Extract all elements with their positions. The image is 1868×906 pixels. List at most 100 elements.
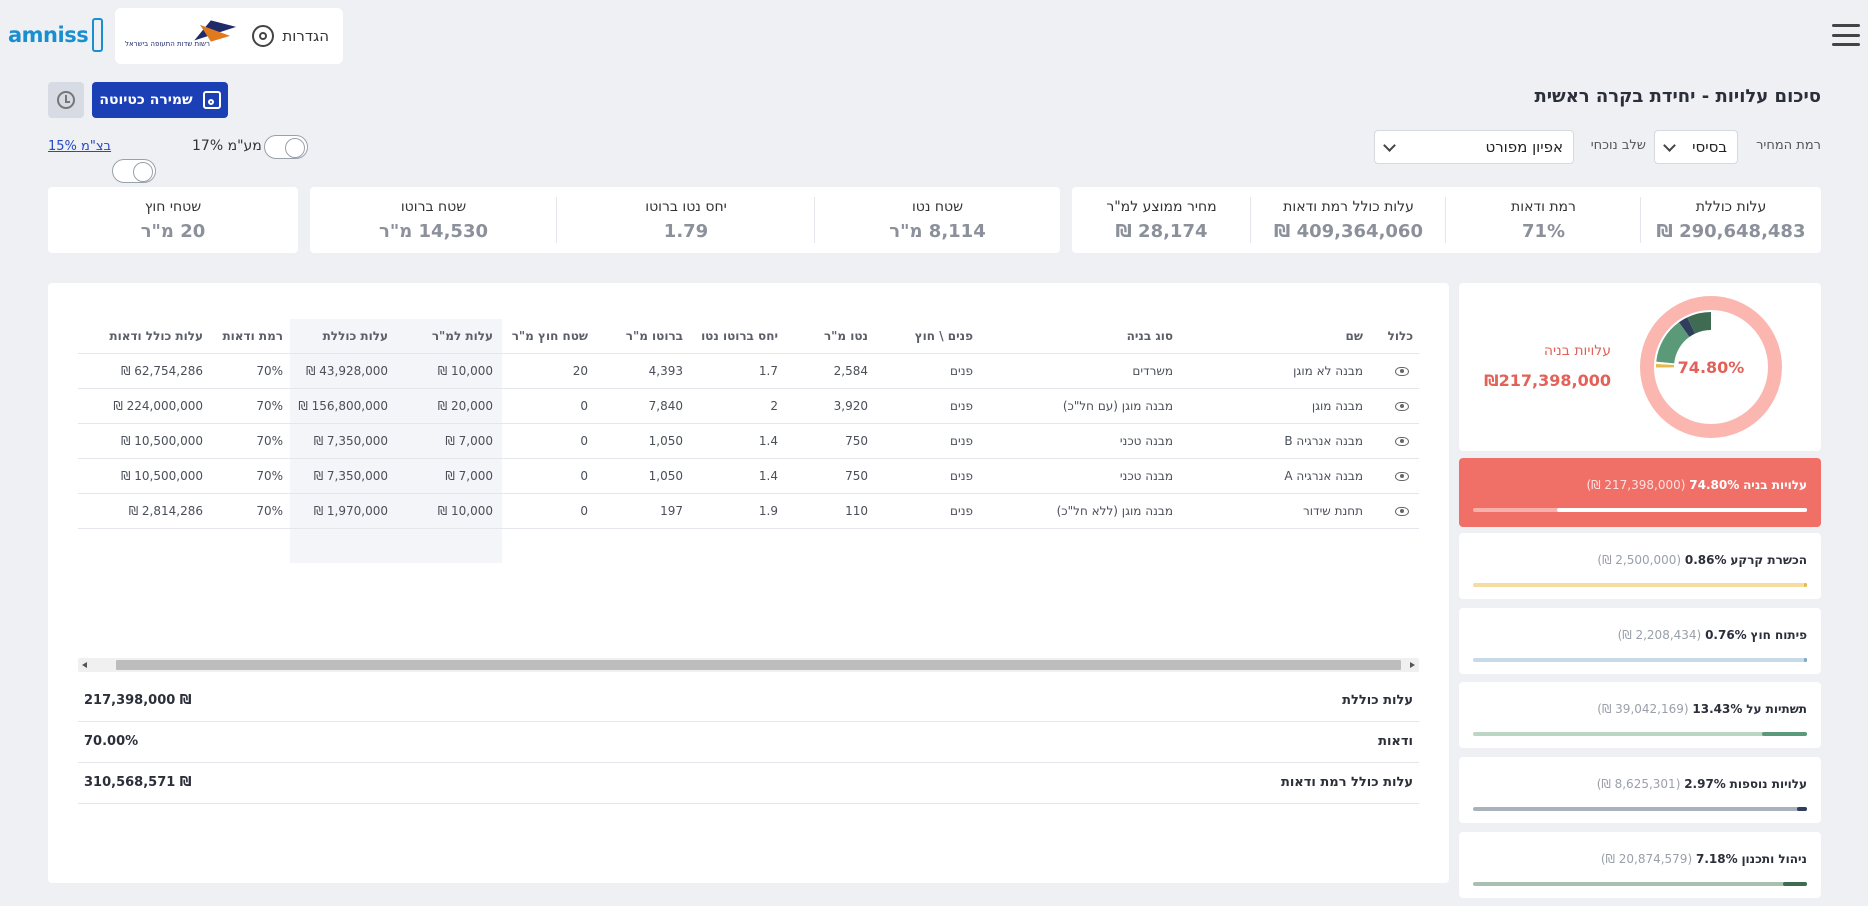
cost-donut-card: 74.80% עלויות בניה ₪217,398,000 [1459, 283, 1821, 451]
category-amount: (20,874,579 ₪) [1600, 852, 1693, 866]
amniss-logo: amniss [8, 16, 103, 54]
category-amount: (2,208,434 ₪) [1617, 628, 1702, 642]
table-cell: פנים [950, 469, 973, 483]
category-card[interactable]: עלויות נוספות 2.97% (8,625,301 ₪) [1459, 757, 1821, 823]
category-progress-track [1473, 807, 1807, 811]
category-progress-track [1473, 508, 1807, 512]
table-header-cell: רמת ודאות [222, 329, 283, 343]
table-cell: מבנה לא מוגן [1293, 364, 1363, 378]
category-card[interactable]: הכשרת קרקע 0.86% (2,500,000 ₪) [1459, 533, 1821, 599]
table-cell: 20,000 ₪ [437, 399, 493, 413]
category-name: עלויות נוספות [1729, 777, 1807, 791]
table-header-cell: סוג בניה [1126, 329, 1173, 343]
table-row[interactable]: מבנה אנרגיה B מבנה טכני פנים 750 1.4 1,050 0 7,… [78, 424, 1419, 459]
table-row[interactable]: מבנה לא מוגן משרדים פנים 2,584 1.7 4,393 20 10,… [78, 354, 1419, 389]
table-cell: 7,350,000 ₪ [313, 434, 388, 448]
table-cell: פנים [950, 364, 973, 378]
scroll-left-icon[interactable] [82, 662, 87, 668]
eye-icon[interactable] [1395, 506, 1409, 516]
eye-icon[interactable] [1395, 471, 1409, 481]
category-line: תשתיות על 13.43% (39,042,169 ₪) [1597, 702, 1807, 716]
category-progress-fill [1762, 732, 1807, 736]
table-cell: פנים [950, 434, 973, 448]
scroll-right-icon[interactable] [1410, 662, 1415, 668]
category-amount: (217,398,000 ₪) [1586, 478, 1686, 492]
vat-toggle[interactable] [264, 135, 308, 159]
stat-total-with-certainty: עלות כולל רמת ודאות 409,364,060 ₪ [1274, 198, 1423, 242]
table-cell: מבנה טכני [1119, 434, 1173, 448]
table-cell: 1,970,000 ₪ [313, 504, 388, 518]
table-cell: פנים [950, 504, 973, 518]
price-level-select[interactable]: בסיסי [1654, 130, 1738, 164]
settings-label: הגדרות [282, 27, 329, 45]
history-button[interactable] [48, 82, 84, 118]
include-toggle[interactable] [1395, 494, 1409, 528]
table-cell: 750 [845, 434, 868, 448]
table-row[interactable]: מבנה מוגן מבנה מוגן (עם חל"כ) פנים 3,920 2 7,… [78, 389, 1419, 424]
save-draft-button[interactable]: שמירה כטיוטה [92, 82, 228, 118]
table-header: כלול שם סוג בניה פנים \ חוץ נטו מ"ר יחס ברוטו… [78, 319, 1419, 354]
stat-avg-price: מחיר ממוצע למ"ר 28,174 ₪ [1106, 198, 1217, 242]
eye-icon[interactable] [1395, 401, 1409, 411]
table-cell: מבנה אנרגיה B [1284, 434, 1363, 448]
eye-icon[interactable] [1395, 366, 1409, 376]
category-card[interactable]: תשתיות על 13.43% (39,042,169 ₪) [1459, 682, 1821, 748]
category-name: הכשרת קרקע [1730, 553, 1807, 567]
stat-total-cost: עלות כוללת 290,648,483 ₪ [1656, 198, 1806, 242]
eye-icon[interactable] [1395, 436, 1409, 446]
category-card[interactable]: ניהול ותכנון 7.18% (20,874,579 ₪) [1459, 832, 1821, 898]
category-card[interactable]: פיתוח חוץ 0.76% (2,208,434 ₪) [1459, 608, 1821, 674]
stage-select[interactable]: אפיון מפורט [1374, 130, 1574, 164]
category-line: הכשרת קרקע 0.86% (2,500,000 ₪) [1597, 553, 1807, 567]
table-cell: 1.9 [758, 504, 778, 518]
category-line: עלויות נוספות 2.97% (8,625,301 ₪) [1597, 777, 1807, 791]
table-cell: 1.7 [758, 364, 778, 378]
category-pct: 0.76% [1705, 628, 1747, 642]
table-cell: 7,000 ₪ [445, 469, 493, 483]
table-cell: מבנה מוגן [1311, 399, 1363, 413]
summary-row-certainty: ודאות 70.00% [78, 722, 1419, 763]
category-progress-track [1473, 882, 1807, 886]
table-cell: 70% [256, 504, 283, 518]
stats-card-outdoor: שטחי חוץ 20 מ"ר [48, 187, 298, 253]
vat-label: מע"מ 17% [192, 138, 262, 154]
table-header-cell: כלול [1387, 329, 1413, 343]
contingency-toggle[interactable] [112, 159, 156, 183]
table-cell: 7,000 ₪ [445, 434, 493, 448]
donut-side-value: ₪217,398,000 [1484, 371, 1611, 390]
stat-net-gross-ratio: יחס נטו ברוטו 1.79 [645, 198, 727, 242]
table-cell: 1,050 [648, 434, 683, 448]
table-cell: 110 [845, 504, 868, 518]
category-progress-fill [1797, 807, 1807, 811]
settings-button[interactable]: הגדרות [252, 25, 329, 47]
include-toggle[interactable] [1395, 389, 1409, 423]
table-header-cell: שטח חוץ מ"ר [511, 329, 588, 343]
table-cell: 750 [845, 469, 868, 483]
category-progress-fill [1804, 658, 1807, 662]
category-card[interactable]: עלויות בניה 74.80% (217,398,000 ₪) [1459, 458, 1821, 527]
table-cell: 70% [256, 364, 283, 378]
category-progress-track [1473, 732, 1807, 736]
category-progress-fill [1557, 508, 1807, 512]
buildings-table: כלול שם סוג בניה פנים \ חוץ נטו מ"ר יחס ברוטו… [78, 319, 1419, 563]
table-row[interactable]: מבנה אנרגיה A מבנה טכני פנים 750 1.4 1,050 0 7,… [78, 459, 1419, 494]
contingency-link[interactable]: בצ"מ 15% [48, 139, 111, 154]
table-row[interactable]: תחנת שידור מבנה מוגן (ללא חל"כ) פנים 110 1.9… [78, 494, 1419, 529]
stat-gross-area: שטח ברוטו 14,530 מ"ר [379, 198, 488, 242]
table-cell: 20 [572, 364, 588, 378]
table-cell: 10,500,000 ₪ [121, 434, 203, 448]
include-toggle[interactable] [1395, 459, 1409, 493]
category-progress-track [1473, 658, 1807, 662]
table-cell: 3,920 [833, 399, 868, 413]
scrollbar-thumb[interactable] [116, 660, 1401, 670]
summary-row-total: עלות כוללת 217,398,000 ₪ [78, 681, 1419, 722]
include-toggle[interactable] [1395, 354, 1409, 388]
table-cell: 7,350,000 ₪ [313, 469, 388, 483]
horizontal-scrollbar[interactable] [78, 658, 1419, 672]
table-cell: 4,393 [648, 364, 683, 378]
brand-name: amniss [8, 23, 89, 47]
hamburger-menu-icon[interactable] [1832, 24, 1860, 46]
table-cell: 62,754,286 ₪ [121, 364, 203, 378]
cost-donut-chart: 74.80% [1640, 296, 1782, 438]
include-toggle[interactable] [1395, 424, 1409, 458]
